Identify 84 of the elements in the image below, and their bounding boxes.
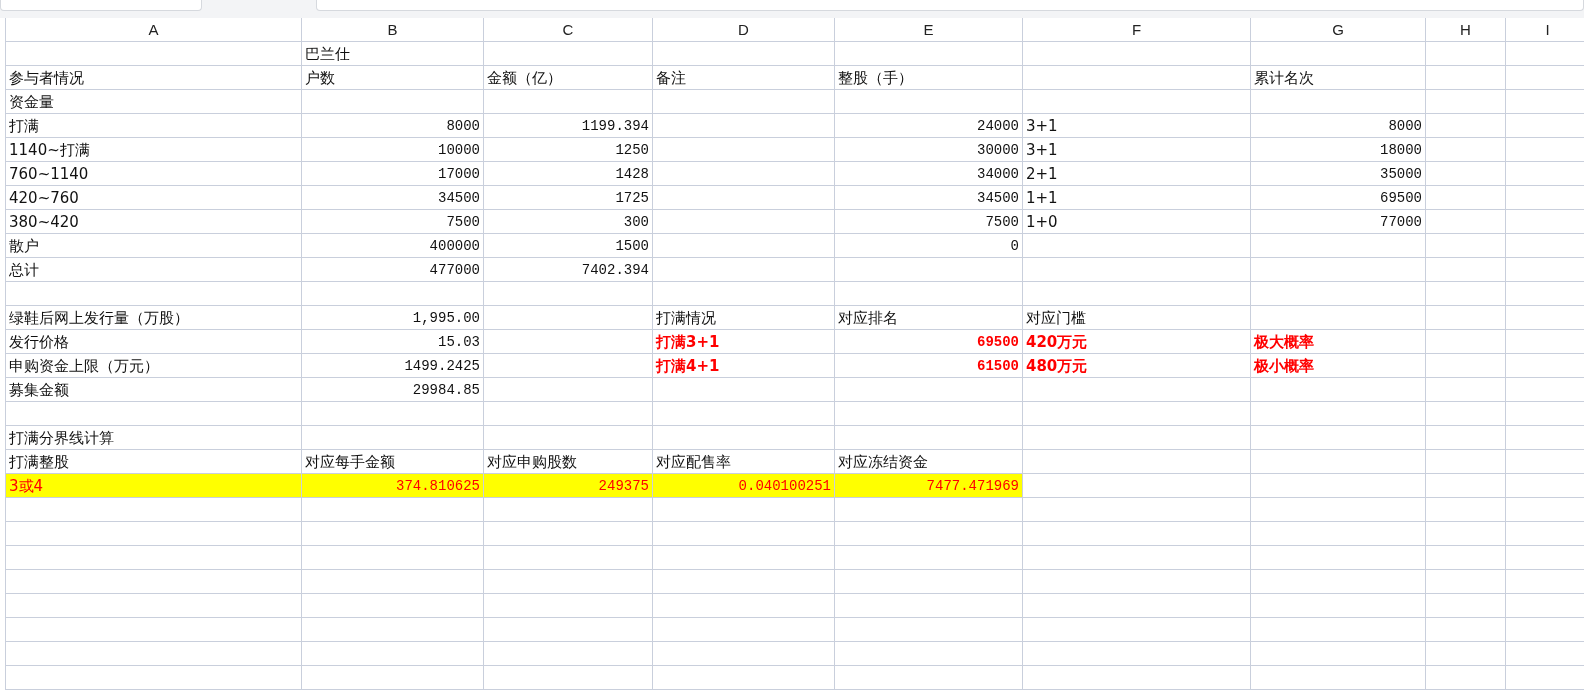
cell-value: 10000 [438,142,480,158]
cell-value: 对应配售率 [656,452,731,471]
cell-value: 打满4+1 [656,356,720,375]
cell-value: 380~420 [9,212,79,231]
cell-value: 1499.2425 [404,358,480,374]
cell-value: 打满情况 [656,308,716,327]
cell-value: 2+1 [1026,164,1058,183]
cell-value: 打满整股 [9,452,69,471]
cell-value: 1500 [615,238,649,254]
cell-value: 发行价格 [9,332,69,351]
cell-value: 420~760 [9,188,79,207]
cell-value: 极大概率 [1254,332,1314,351]
column-header[interactable]: F [1022,18,1251,42]
cell-value: 总计 [9,260,39,279]
cell-value: 0 [1010,238,1019,254]
cell-value: 资金量 [9,92,54,111]
cell-value: 3+1 [1026,116,1058,135]
column-header[interactable]: I [1505,18,1584,42]
cell-value: 7477.471969 [926,478,1019,494]
cell-value: 整股（手） [838,68,913,87]
cell-value: 对应申购股数 [487,452,577,471]
cell-value: 34500 [977,190,1019,206]
cell-value: 18000 [1380,142,1422,158]
column-header[interactable]: H [1425,18,1506,42]
cell-value: 1140~打满 [9,140,90,159]
cell-value: 760~1140 [9,164,89,183]
cell-value: 散户 [9,236,39,255]
cell-value: 24000 [977,118,1019,134]
cell-value: 3或4 [9,476,44,495]
cell-value: 1,995.00 [412,310,480,326]
cell-value: 打满 [9,116,39,135]
cell-value: 8000 [446,118,480,134]
column-header[interactable]: A [5,18,302,42]
cell-value: 29984.85 [412,382,480,398]
cell-value: 累计名次 [1254,68,1314,87]
cell-value: 35000 [1380,166,1422,182]
cell-value: 1428 [615,166,649,182]
cell-value: 户数 [305,68,335,87]
cell-value: 34500 [438,190,480,206]
cell-value: 打满分界线计算 [9,428,114,447]
cell-value: 1+1 [1026,188,1058,207]
cell-value: 对应排名 [838,308,898,327]
cell-value: 30000 [977,142,1019,158]
cell-value: 1250 [615,142,649,158]
cell-value: 8000 [1388,118,1422,134]
cell-value: 400000 [429,238,480,254]
cell-value: 0.040100251 [738,478,831,494]
cell-value: 对应每手金额 [305,452,395,471]
cell-value: 打满3+1 [656,332,720,351]
cell-value: 极小概率 [1254,356,1314,375]
cell-value: 募集金额 [9,380,69,399]
cell-value: 1+0 [1026,212,1058,231]
cell-value: 7500 [446,214,480,230]
cell-value: 77000 [1380,214,1422,230]
cell-value: 1725 [615,190,649,206]
cell-value: 3+1 [1026,140,1058,159]
cell-value: 对应门槛 [1026,308,1086,327]
column-header[interactable]: C [483,18,653,42]
cell-value: 金额（亿） [487,68,562,87]
cell-value: 69500 [977,334,1019,350]
cell-value: 参与者情况 [9,68,84,87]
column-header[interactable]: G [1250,18,1426,42]
cell-value: 300 [623,214,649,230]
cell-value: 69500 [1380,190,1422,206]
column-header[interactable]: D [652,18,835,42]
cell-value: 巴兰仕 [305,44,350,63]
cell-value: 34000 [977,166,1019,182]
cell-value: 249375 [598,478,649,494]
cell-value: 480万元 [1026,356,1088,375]
cell-value: 374.810625 [396,478,480,494]
cell-value: 7402.394 [581,262,649,278]
cell-value: 7500 [985,214,1019,230]
cell-value: 477000 [429,262,480,278]
cell-value: 17000 [438,166,480,182]
cell-value: 绿鞋后网上发行量（万股） [9,308,189,327]
cell-value: 61500 [977,358,1019,374]
cell-value: 备注 [656,68,686,87]
column-header[interactable]: E [834,18,1023,42]
cell-value: 申购资金上限（万元） [9,356,159,375]
column-header[interactable]: B [301,18,484,42]
cell-value: 1199.394 [581,118,649,134]
cell-value: 420万元 [1026,332,1088,351]
cell-value: 对应冻结资金 [838,452,928,471]
cell-value: 15.03 [438,334,480,350]
